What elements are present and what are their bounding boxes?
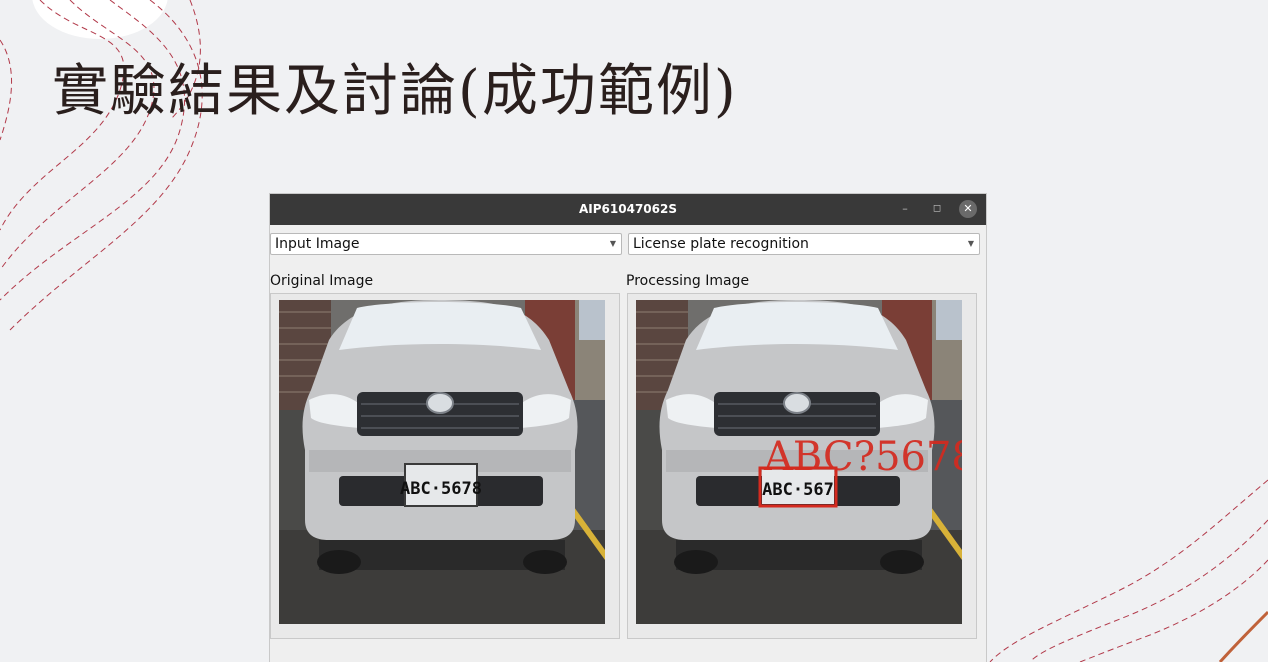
chevron-down-icon: ▼ — [967, 239, 974, 248]
minimize-icon[interactable]: – — [896, 200, 914, 218]
processing-image-label: Processing Image — [626, 273, 750, 289]
window-title: AIP61047062S — [579, 202, 677, 216]
original-car-photo: ABC·5678 — [279, 300, 605, 624]
original-image-label: Original Image — [270, 273, 374, 289]
license-plate-text: ABC·567 — [762, 480, 834, 500]
slide-title: 實驗結果及討論(成功範例) — [52, 59, 738, 124]
processing-image-panel: ABC·567 ABC?5678 — [627, 293, 977, 639]
processing-mode-select-value: License plate recognition — [633, 236, 809, 252]
license-plate-text: ABC·5678 — [400, 479, 482, 499]
chevron-down-icon: ▼ — [609, 239, 616, 248]
input-source-select-value: Input Image — [275, 236, 360, 252]
app-window: AIP61047062S – ◻ ✕ Input Image ▼ License… — [270, 194, 986, 662]
window-titlebar[interactable]: AIP61047062S – ◻ ✕ — [270, 194, 986, 225]
input-source-select[interactable]: Input Image ▼ — [270, 233, 622, 255]
maximize-icon[interactable]: ◻ — [928, 200, 946, 218]
close-icon[interactable]: ✕ — [959, 200, 977, 218]
recognized-plate-text: ABC?5678 — [763, 434, 962, 480]
processing-mode-select[interactable]: License plate recognition ▼ — [628, 233, 980, 255]
original-image-panel: ABC·5678 — [270, 293, 620, 639]
processed-car-photo: ABC·567 ABC?5678 — [636, 300, 962, 624]
